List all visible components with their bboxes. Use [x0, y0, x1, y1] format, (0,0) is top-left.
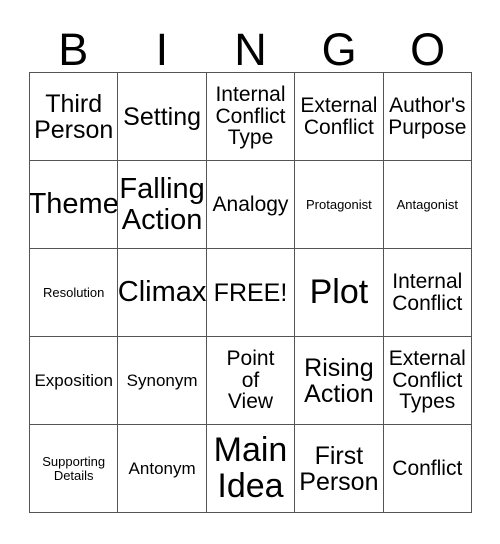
- bingo-cell-b2[interactable]: Theme: [30, 161, 119, 249]
- bingo-cell-g1[interactable]: External Conflict: [295, 73, 384, 161]
- bingo-cell-label: Main Idea: [213, 431, 288, 505]
- bingo-header-letter-n: N: [234, 24, 267, 75]
- bingo-cell-g4[interactable]: Rising Action: [295, 337, 384, 425]
- bingo-cell-g3[interactable]: Plot: [295, 249, 384, 337]
- bingo-cell-g2[interactable]: Protagonist: [295, 161, 384, 249]
- bingo-header-letter-i: I: [155, 24, 169, 75]
- bingo-cell-o3[interactable]: Internal Conflict: [383, 249, 472, 337]
- bingo-cell-label: Protagonist: [306, 196, 372, 212]
- bingo-cell-i2[interactable]: Falling Action: [118, 161, 207, 249]
- bingo-header-row: B I N G O: [29, 12, 472, 72]
- bingo-card: B I N G O Third Person Setting Internal …: [0, 0, 500, 544]
- bingo-cell-label: Antagonist: [396, 196, 459, 212]
- bingo-cell-o5[interactable]: Conflict: [383, 425, 472, 513]
- bingo-cell-label: Conflict: [392, 456, 463, 480]
- bingo-cell-label: First Person: [299, 441, 379, 496]
- bingo-cell-label: Supporting Details: [42, 453, 106, 483]
- bingo-cell-label: Plot: [309, 272, 369, 311]
- bingo-cell-label: Climax: [118, 276, 207, 309]
- bingo-header-letter-b: B: [58, 24, 89, 75]
- bingo-cell-label: Point of View: [226, 346, 275, 414]
- bingo-cell-n1[interactable]: Internal Conflict Type: [206, 73, 296, 161]
- bingo-cell-label: Rising Action: [304, 353, 374, 408]
- bingo-cell-label: Internal Conflict: [392, 269, 463, 315]
- bingo-cell-n2[interactable]: Analogy: [206, 161, 296, 249]
- bingo-cell-n5[interactable]: Main Idea: [206, 425, 296, 513]
- bingo-cell-b5[interactable]: Supporting Details: [30, 425, 119, 513]
- bingo-header-letter-o: O: [410, 24, 446, 75]
- bingo-cell-i4[interactable]: Synonym: [118, 337, 207, 425]
- bingo-cell-o1[interactable]: Author's Purpose: [383, 73, 472, 161]
- bingo-cell-o4[interactable]: External Conflict Types: [383, 337, 472, 425]
- bingo-cell-label: Resolution: [42, 284, 105, 300]
- bingo-cell-i1[interactable]: Setting: [118, 73, 207, 161]
- bingo-cell-label: External Conflict: [300, 93, 378, 139]
- bingo-cell-label: Exposition: [34, 370, 113, 390]
- bingo-cell-label: Author's Purpose: [388, 93, 467, 139]
- bingo-cell-free-space[interactable]: FREE!: [206, 249, 296, 337]
- bingo-cell-label: External Conflict Types: [388, 346, 466, 414]
- bingo-cell-label: Synonym: [126, 370, 198, 390]
- bingo-cell-label: Setting: [123, 102, 202, 131]
- bingo-cell-label: Analogy: [212, 192, 289, 216]
- bingo-cell-label: Falling Action: [119, 173, 205, 236]
- bingo-header-letter-g: G: [321, 24, 357, 75]
- bingo-cell-label: Third Person: [34, 89, 114, 144]
- bingo-cell-i5[interactable]: Antonym: [118, 425, 207, 513]
- bingo-cell-o2[interactable]: Antagonist: [383, 161, 472, 249]
- bingo-grid: Third Person Setting Internal Conflict T…: [29, 72, 472, 513]
- bingo-cell-i3[interactable]: Climax: [118, 249, 207, 337]
- bingo-cell-b4[interactable]: Exposition: [30, 337, 119, 425]
- bingo-cell-g5[interactable]: First Person: [295, 425, 384, 513]
- bingo-cell-label: FREE!: [213, 278, 288, 307]
- bingo-cell-b1[interactable]: Third Person: [30, 73, 119, 161]
- bingo-cell-label: Theme: [30, 188, 119, 221]
- bingo-cell-label: Antonym: [128, 458, 196, 478]
- bingo-cell-n4[interactable]: Point of View: [206, 337, 296, 425]
- bingo-cell-label: Internal Conflict Type: [215, 82, 286, 150]
- bingo-cell-b3[interactable]: Resolution: [30, 249, 119, 337]
